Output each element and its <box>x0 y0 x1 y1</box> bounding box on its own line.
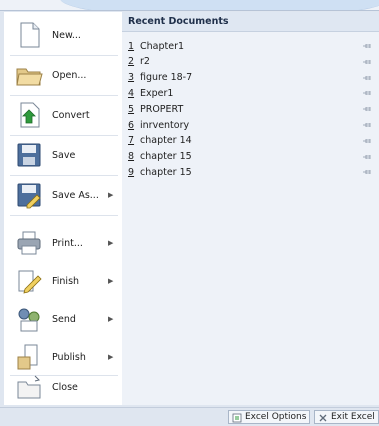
menu-item-label: Save As... <box>52 189 99 201</box>
send-icon <box>18 308 40 332</box>
menu-item-convert[interactable]: Convert <box>4 96 122 134</box>
menu-item-label: Finish <box>52 275 80 287</box>
recent-document-item[interactable]: 2 r2 <box>122 54 379 70</box>
menu-item-save-as[interactable]: Save As... ▶ <box>4 176 122 214</box>
office-menu-commands: New... Open... Convert Save Save As... ▶… <box>4 12 123 405</box>
options-icon <box>232 413 242 423</box>
recent-document-name: chapter 15 <box>140 166 192 178</box>
recent-document-name: r2 <box>140 56 150 68</box>
recent-document-number: 7 <box>128 135 135 147</box>
pin-icon[interactable] <box>362 152 372 162</box>
recent-document-item[interactable]: 5 PROPERT <box>122 101 379 117</box>
recent-document-number: 1 <box>128 40 135 52</box>
recent-documents-title: Recent Documents <box>122 12 379 32</box>
menu-item-label: Print... <box>52 237 83 249</box>
menu-item-send[interactable]: Send ▶ <box>4 300 122 338</box>
publish-icon <box>17 344 38 370</box>
pin-icon[interactable] <box>362 73 372 83</box>
exit-excel-button[interactable]: Exit Excel <box>314 410 379 424</box>
recent-document-name: Exper1 <box>140 87 174 99</box>
submenu-arrow-icon: ▶ <box>108 277 114 285</box>
recent-document-item[interactable]: 4 Exper1 <box>122 85 379 101</box>
menu-item-open[interactable]: Open... <box>4 56 122 94</box>
save-disk-icon <box>17 143 41 167</box>
menu-item-new[interactable]: New... <box>4 16 122 54</box>
excel-options-label: Excel Options <box>245 412 307 422</box>
recent-document-item[interactable]: 7 chapter 14 <box>122 133 379 149</box>
pin-icon[interactable] <box>362 136 372 146</box>
open-folder-icon <box>16 68 43 86</box>
exit-x-icon <box>319 414 327 422</box>
excel-options-button[interactable]: Excel Options <box>228 410 310 424</box>
recent-document-name: Chapter1 <box>140 40 185 52</box>
menu-item-label: Send <box>52 313 76 325</box>
recent-document-name: chapter 15 <box>140 151 192 163</box>
recent-document-item[interactable]: 3 figure 18-7 <box>122 70 379 86</box>
menu-item-close[interactable]: Close <box>4 368 122 406</box>
pin-icon[interactable] <box>362 57 372 67</box>
recent-document-number: 8 <box>128 151 135 163</box>
menu-item-label: New... <box>52 29 81 41</box>
menu-item-finish[interactable]: Finish ▶ <box>4 262 122 300</box>
menu-item-print[interactable]: Print... ▶ <box>4 224 122 262</box>
recent-document-number: 6 <box>128 119 135 131</box>
save-as-icon <box>17 183 41 209</box>
pin-icon[interactable] <box>362 41 372 51</box>
close-folder-icon <box>17 375 41 399</box>
pin-icon[interactable] <box>362 167 372 177</box>
recent-document-number: 5 <box>128 103 135 115</box>
exit-excel-label: Exit Excel <box>331 412 375 422</box>
pin-icon[interactable] <box>362 104 372 114</box>
pin-icon[interactable] <box>362 88 372 98</box>
pin-icon[interactable] <box>362 120 372 130</box>
recent-document-item[interactable]: 9 chapter 15 <box>122 164 379 180</box>
menu-item-label: Publish <box>52 351 86 363</box>
finish-pen-icon <box>18 270 42 294</box>
submenu-arrow-icon: ▶ <box>108 239 114 247</box>
recent-document-number: 3 <box>128 72 135 84</box>
recent-document-name: chapter 14 <box>140 135 192 147</box>
recent-document-number: 2 <box>128 56 135 68</box>
recent-document-name: figure 18-7 <box>140 72 193 84</box>
convert-icon <box>20 102 40 128</box>
recent-document-item[interactable]: 1 Chapter1 <box>122 38 379 54</box>
recent-document-item[interactable]: 6 inrventory <box>122 117 379 133</box>
menu-item-label: Convert <box>52 109 90 121</box>
recent-document-number: 4 <box>128 87 135 99</box>
submenu-arrow-icon: ▶ <box>108 191 114 199</box>
recent-document-number: 9 <box>128 166 135 178</box>
menu-separator <box>10 215 118 216</box>
printer-icon <box>17 231 41 255</box>
menu-item-label: Close <box>52 381 78 393</box>
menu-item-label: Open... <box>52 69 87 81</box>
office-menu-footer: Excel Options Exit Excel <box>0 407 379 426</box>
recent-document-item[interactable]: 8 chapter 15 <box>122 149 379 165</box>
recent-documents-pane: Recent Documents 1 Chapter1 2 r2 3 figure 18-… <box>122 12 379 405</box>
new-document-icon <box>20 22 40 48</box>
submenu-arrow-icon: ▶ <box>108 353 114 361</box>
menu-item-save[interactable]: Save <box>4 136 122 174</box>
menu-item-label: Save <box>52 149 76 161</box>
submenu-arrow-icon: ▶ <box>108 315 114 323</box>
recent-document-name: PROPERT <box>140 103 184 115</box>
recent-document-name: inrventory <box>140 119 190 131</box>
